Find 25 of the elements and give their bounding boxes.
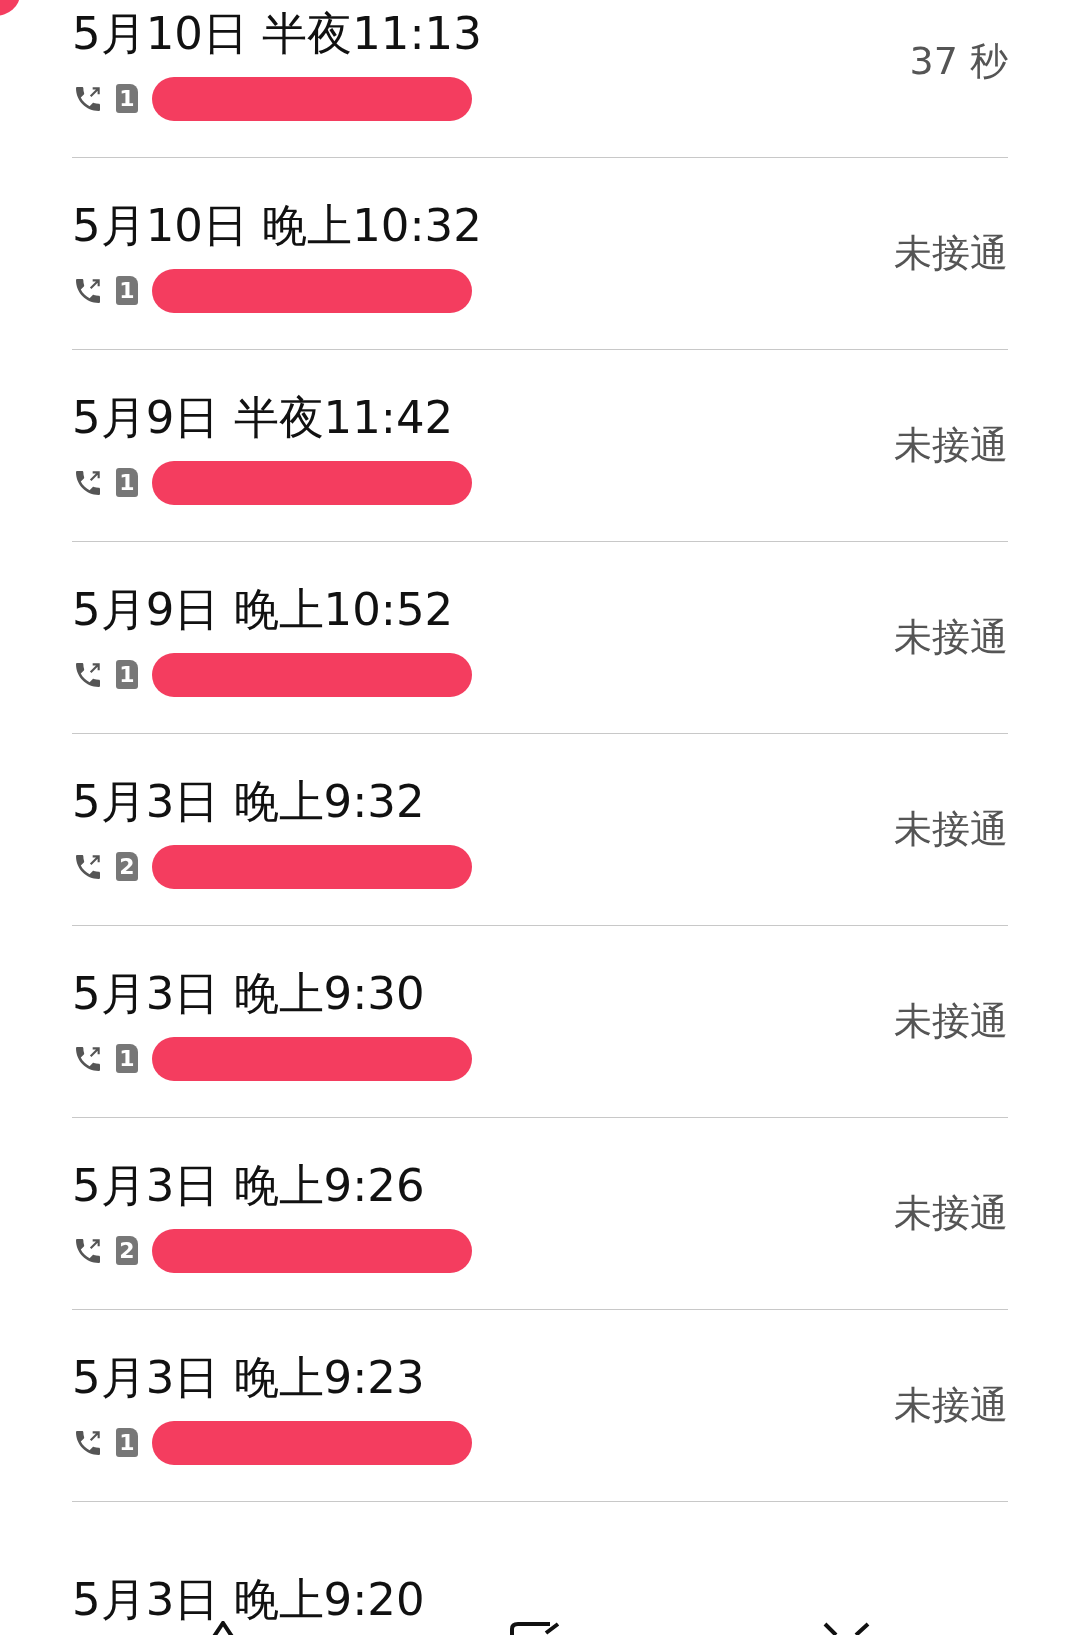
- call-status: 未接通: [894, 614, 1008, 661]
- sim-card-badge: 1: [116, 1044, 138, 1073]
- call-date-time: 5月10日 晚上10:32: [72, 197, 482, 254]
- call-status: 未接通: [894, 230, 1008, 277]
- call-date-time: 5月9日 半夜11:42: [72, 389, 454, 446]
- sim-card-badge: 1: [116, 276, 138, 305]
- sim-card-badge: 1: [116, 660, 138, 689]
- call-status: 未接通: [894, 806, 1008, 853]
- call-date-time: 5月3日 晚上9:26: [72, 1157, 425, 1214]
- call-date-time: 5月10日 半夜11:13: [72, 5, 482, 62]
- call-status: 未接通: [894, 998, 1008, 1045]
- sim-card-badge: 1: [116, 468, 138, 497]
- sim-card-badge: 1: [116, 84, 138, 113]
- sim-card-badge: 1: [116, 1428, 138, 1457]
- call-status: 37 秒: [909, 38, 1008, 85]
- call-date-time: 5月3日 晚上9:20: [72, 1571, 425, 1628]
- call-date-time: 5月3日 晚上9:23: [72, 1349, 425, 1406]
- call-date-time: 5月3日 晚上9:32: [72, 773, 425, 830]
- call-date-time: 5月3日 晚上9:30: [72, 965, 425, 1022]
- sim-card-badge: 2: [116, 1236, 138, 1265]
- call-status: 未接通: [894, 1190, 1008, 1237]
- sim-card-badge: 2: [116, 852, 138, 881]
- call-date-time: 5月9日 晚上10:52: [72, 581, 454, 638]
- call-status: 未接通: [894, 422, 1008, 469]
- call-status: 未接通: [894, 1382, 1008, 1429]
